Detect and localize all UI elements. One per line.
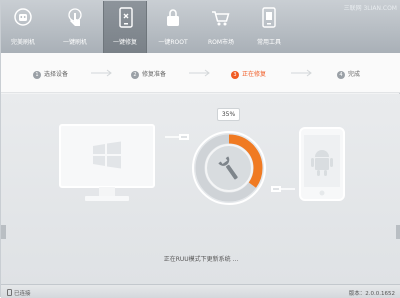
progress-percent-label: 35% [217,108,240,121]
tool-common-tools[interactable]: 常用工具 [247,1,291,53]
phone-repair-icon [119,7,133,28]
watermark: 三联网 3LIAN.COM [343,5,397,12]
left-side-handle[interactable] [1,225,6,239]
right-side-handle[interactable] [396,225,400,239]
step-label: 完成 [348,71,361,78]
usb-cable-icon [165,134,189,140]
repair-progress-ring [192,131,266,205]
tool-perfect-flash[interactable]: 完美刷机 [1,1,45,53]
step-label: 修复准备 [142,71,167,78]
tool-label: 一键修复 [112,39,137,46]
tool-one-click-flash[interactable]: 一键刷机 [53,1,97,53]
app-window: 完美刷机 一键刷机 一键修复 一键ROOT ROM市场 常用工具 三联网 3LI… [0,0,400,298]
step-repair-prepare: 2 修复准备 [131,69,166,79]
tool-label: 一键刷机 [62,39,87,46]
step-number: 4 [337,70,345,79]
device-status-label: 已连接 [14,291,31,297]
lock-icon [167,9,179,26]
step-select-device: 1 选择设备 [33,69,68,79]
tool-label: 常用工具 [256,39,281,46]
step-repairing: 3 正在修复 [231,69,266,79]
tool-label: ROM市场 [207,39,235,46]
robot-logo-icon [14,8,32,26]
arrow-right-icon [91,69,112,77]
status-bar: 已连接 版本：2.0.0.1652 [1,284,400,298]
version-label: 版本：2.0.0.1652 [348,291,395,297]
tool-one-click-root[interactable]: 一键ROOT [151,1,195,53]
step-done: 4 完成 [337,69,360,79]
main-toolbar: 完美刷机 一键刷机 一键修复 一键ROOT ROM市场 常用工具 三联网 3LI… [1,1,400,53]
phone-tool-icon [262,7,276,28]
arrow-right-icon [291,69,312,77]
computer-monitor-icon [59,124,155,201]
phone-small-icon [7,289,12,296]
android-phone-icon [299,127,345,201]
tool-label: 一键ROOT [158,39,188,46]
tool-rom-market[interactable]: ROM市场 [199,1,243,53]
status-text: 正在RUU模式下更新系统 ... [163,256,239,263]
tool-one-click-repair[interactable]: 一键修复 [103,1,147,53]
device-status: 已连接 [7,289,31,297]
tool-label: 完美刷机 [10,39,35,46]
step-number: 2 [131,70,139,79]
step-label: 正在修复 [242,71,267,78]
usb-cable-icon [271,186,295,192]
hand-touch-icon [68,8,82,26]
progress-steps: 1 选择设备 2 修复准备 3 正在修复 4 完成 [1,53,400,93]
step-number: 3 [231,70,239,79]
step-number: 1 [33,70,41,79]
arrow-right-icon [189,69,210,77]
step-label: 选择设备 [44,71,69,78]
cart-icon [212,11,230,26]
